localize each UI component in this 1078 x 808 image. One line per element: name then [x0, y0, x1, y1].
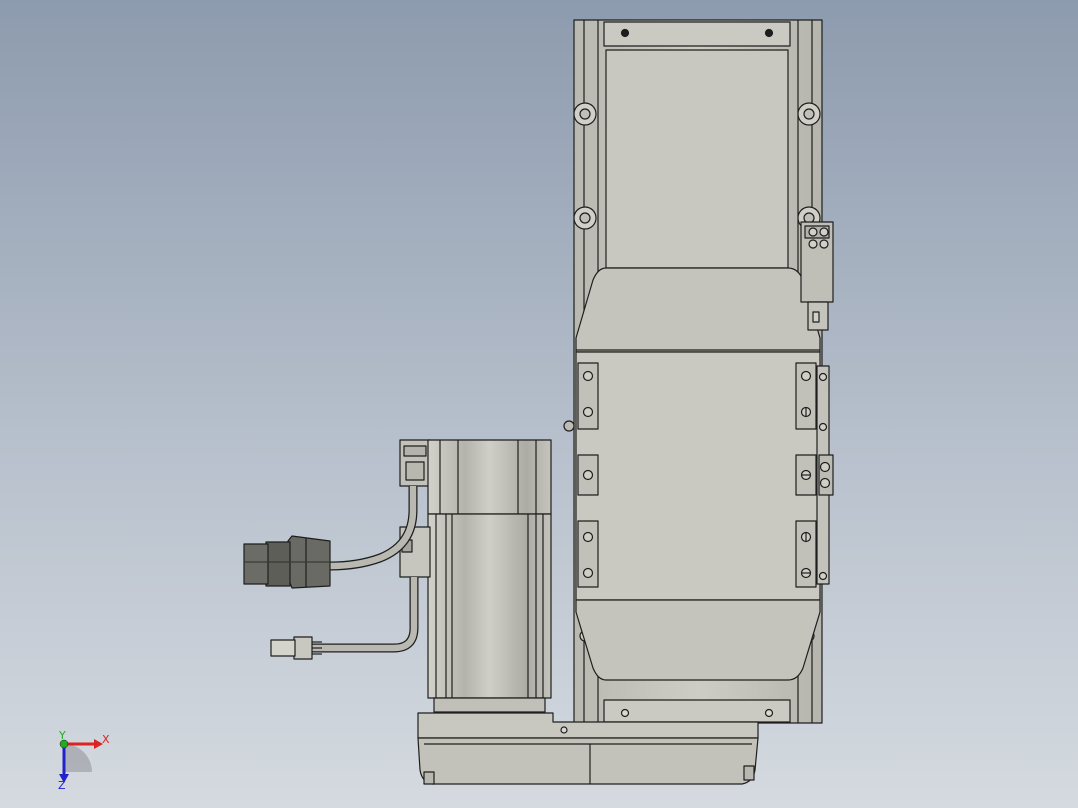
axis-z-label: Z	[58, 779, 66, 792]
cad-viewport[interactable]: X Y Z	[0, 0, 1078, 808]
bottom-end-cap	[603, 699, 791, 723]
carriage-top-taper	[575, 267, 821, 353]
axis-y-label: Y	[59, 729, 66, 742]
encoder-plug	[243, 535, 331, 589]
motor-mount-plate	[417, 712, 759, 785]
carriage-block	[575, 351, 821, 601]
actuator-assembly-drawing[interactable]	[0, 0, 1078, 808]
top-cover-plate	[605, 49, 789, 269]
power-plug	[270, 636, 322, 660]
limit-sensor-lower	[816, 365, 834, 585]
axis-triad: X Y Z	[48, 728, 128, 798]
power-cable	[312, 577, 419, 653]
carriage-clamp-pads-right	[795, 362, 817, 588]
grease-nipple	[563, 420, 575, 432]
servo-motor	[399, 439, 552, 713]
axis-x-label: X	[102, 733, 110, 746]
top-end-cap	[603, 21, 791, 47]
carriage-clamp-pads-left	[577, 362, 599, 588]
carriage-bottom-taper	[575, 599, 821, 681]
